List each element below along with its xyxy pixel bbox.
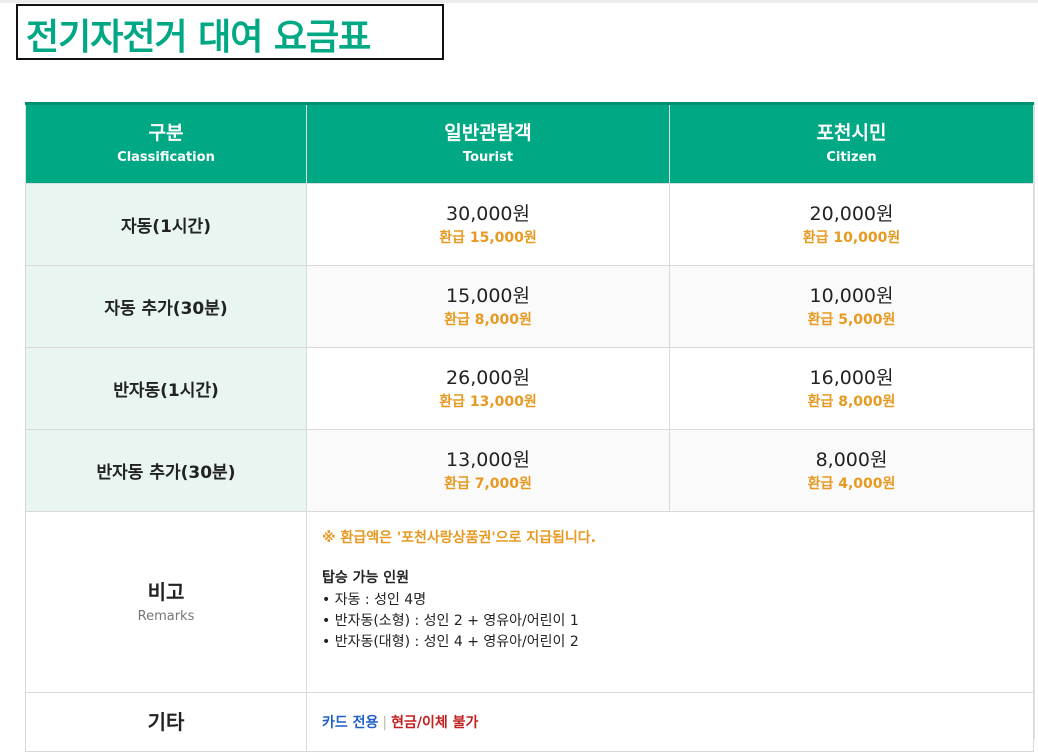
rental-fee-table: 구분 Classification 일반관람객 Tourist 포천시민 Cit… xyxy=(25,102,1034,752)
row-category: 반자동(1시간) xyxy=(25,347,307,430)
table-row: 자동 추가(30분) 15,000원 환급 8,000원 10,000원 환급 … xyxy=(25,265,1034,348)
tourist-price: 26,000원 xyxy=(446,366,530,389)
remarks-content: ※ 환급액은 '포천사랑상품권'으로 지급됩니다. 탑승 가능 인원 • 자동 … xyxy=(306,511,1034,693)
tourist-fee-cell: 13,000원 환급 7,000원 xyxy=(306,429,670,512)
tourist-fee-cell: 26,000원 환급 13,000원 xyxy=(306,347,670,430)
citizen-price: 10,000원 xyxy=(809,284,894,307)
header-citizen: 포천시민 Citizen xyxy=(669,102,1034,184)
tourist-fee-cell: 30,000원 환급 15,000원 xyxy=(306,183,670,266)
remarks-label-en: Remarks xyxy=(137,608,195,624)
top-divider xyxy=(0,0,1038,3)
payment-info: 카드 전용 | 현금/이체 불가 xyxy=(306,692,1034,752)
tourist-refund: 환급 8,000원 xyxy=(444,311,532,328)
tourist-refund: 환급 13,000원 xyxy=(439,393,537,410)
tourist-price: 30,000원 xyxy=(446,202,530,225)
title-box: 전기자전거 대여 요금표 xyxy=(16,4,444,60)
tourist-price: 15,000원 xyxy=(446,284,530,307)
no-cash-text: 현금/이체 불가 xyxy=(391,715,479,731)
list-item: • 자동 : 성인 4명 xyxy=(322,592,427,608)
citizen-refund: 환급 5,000원 xyxy=(807,311,896,328)
citizen-refund: 환급 4,000원 xyxy=(807,475,896,492)
header-tourist: 일반관람객 Tourist xyxy=(306,102,670,184)
tourist-refund: 환급 15,000원 xyxy=(439,229,537,246)
table-row: 반자동(1시간) 26,000원 환급 13,000원 16,000원 환급 8… xyxy=(25,347,1034,430)
refund-note: ※ 환급액은 '포천사랑상품권'으로 지급됩니다. xyxy=(322,530,596,546)
capacity-title: 탑승 가능 인원 xyxy=(322,570,410,586)
citizen-fee-cell: 16,000원 환급 8,000원 xyxy=(669,347,1034,430)
citizen-fee-cell: 10,000원 환급 5,000원 xyxy=(669,265,1034,348)
remarks-label-cell: 비고 Remarks xyxy=(25,511,307,693)
citizen-refund: 환급 10,000원 xyxy=(802,229,901,246)
tourist-fee-cell: 15,000원 환급 8,000원 xyxy=(306,265,670,348)
remarks-row: 비고 Remarks ※ 환급액은 '포천사랑상품권'으로 지급됩니다. 탑승 … xyxy=(25,511,1034,693)
page-title: 전기자전거 대여 요금표 xyxy=(26,17,371,58)
remarks-label-ko: 비고 xyxy=(147,579,185,604)
header-tourist-ko: 일반관람객 xyxy=(444,122,532,144)
header-citizen-ko: 포천시민 xyxy=(816,122,887,144)
citizen-refund: 환급 8,000원 xyxy=(807,393,896,410)
citizen-fee-cell: 8,000원 환급 4,000원 xyxy=(669,429,1034,512)
header-classification: 구분 Classification xyxy=(25,102,307,184)
payment-separator: | xyxy=(382,715,388,731)
misc-label: 기타 xyxy=(147,710,185,734)
page-right-border xyxy=(1034,102,1035,739)
header-citizen-en: Citizen xyxy=(826,150,877,165)
tourist-price: 13,000원 xyxy=(446,448,530,471)
capacity-list: • 자동 : 성인 4명 • 반자동(소형) : 성인 2 + 영유아/어린이 … xyxy=(322,590,1033,653)
misc-row: 기타 카드 전용 | 현금/이체 불가 xyxy=(25,692,1034,752)
misc-label-cell: 기타 xyxy=(25,692,307,752)
citizen-price: 16,000원 xyxy=(809,366,894,389)
row-category: 자동 추가(30분) xyxy=(25,265,307,348)
row-category: 반자동 추가(30분) xyxy=(25,429,307,512)
card-only-text: 카드 전용 xyxy=(322,715,379,731)
table-header-row: 구분 Classification 일반관람객 Tourist 포천시민 Cit… xyxy=(25,102,1034,184)
citizen-price: 8,000원 xyxy=(815,448,888,471)
citizen-price: 20,000원 xyxy=(809,202,894,225)
header-tourist-en: Tourist xyxy=(462,150,514,165)
header-classification-en: Classification xyxy=(117,150,215,165)
tourist-refund: 환급 7,000원 xyxy=(444,475,532,492)
table-row: 자동(1시간) 30,000원 환급 15,000원 20,000원 환급 10… xyxy=(25,183,1034,266)
list-item: • 반자동(소형) : 성인 2 + 영유아/어린이 1 xyxy=(322,613,579,629)
table-row: 반자동 추가(30분) 13,000원 환급 7,000원 8,000원 환급 … xyxy=(25,429,1034,512)
list-item: • 반자동(대형) : 성인 4 + 영유아/어린이 2 xyxy=(322,634,579,650)
citizen-fee-cell: 20,000원 환급 10,000원 xyxy=(669,183,1034,266)
header-classification-ko: 구분 xyxy=(148,122,184,144)
row-category: 자동(1시간) xyxy=(25,183,307,266)
